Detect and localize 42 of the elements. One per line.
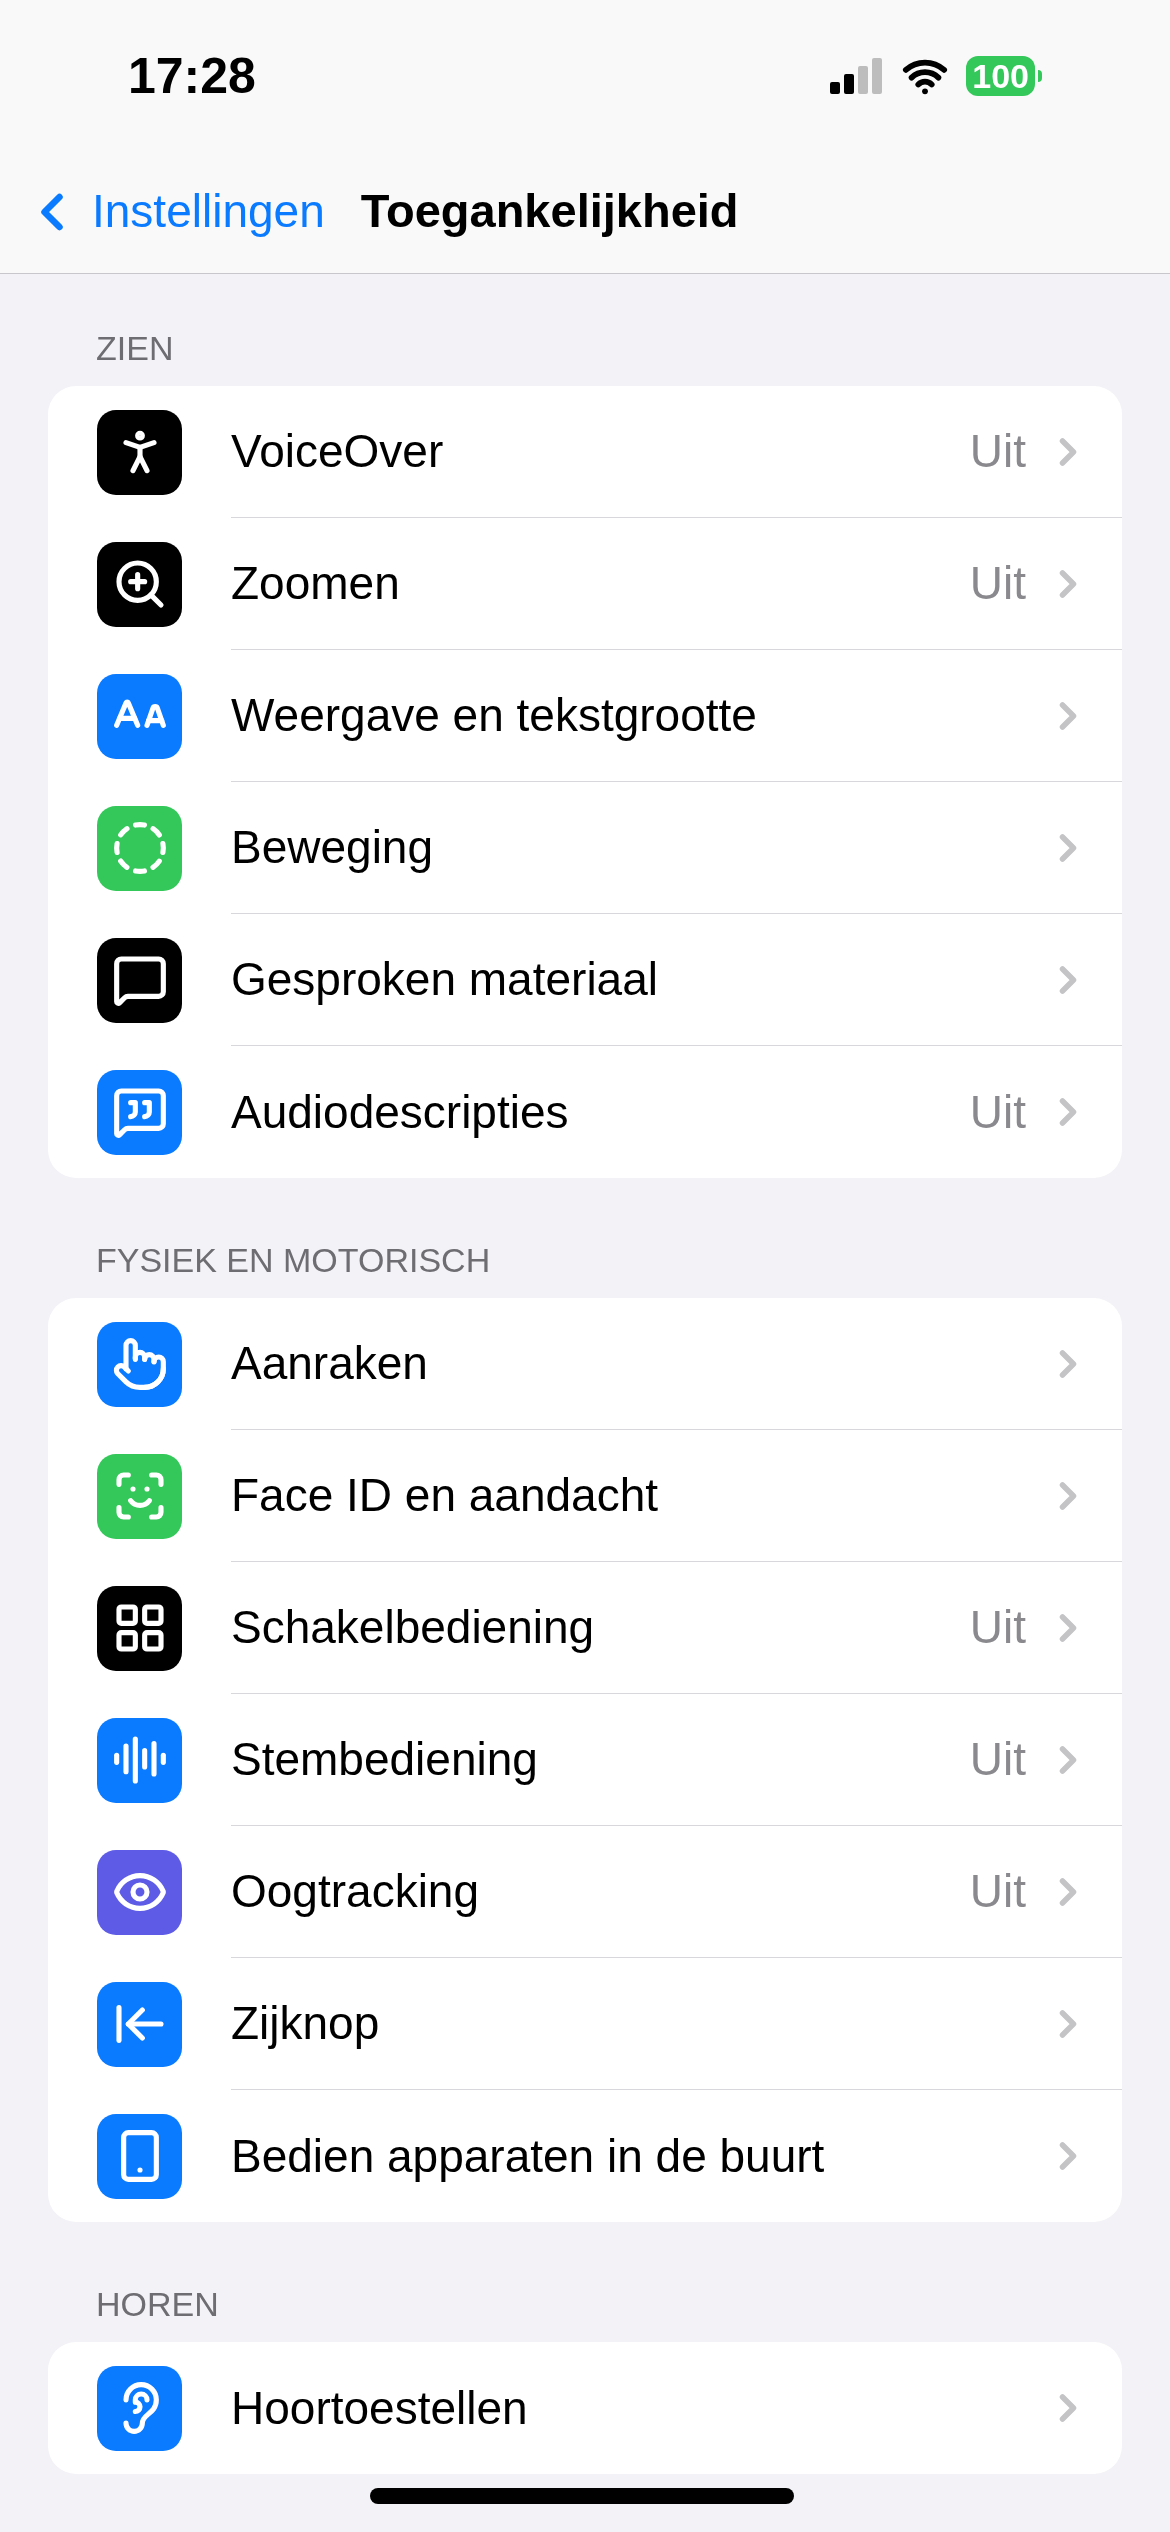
- settings-row[interactable]: Bedien apparaten in de buurt: [48, 2090, 1122, 2222]
- settings-row[interactable]: Beweging: [48, 782, 1122, 914]
- section-header: ZIEN: [95, 328, 175, 369]
- row-value: Uit: [969, 1084, 1026, 1140]
- row-label: Zijknop: [231, 1996, 381, 2051]
- settings-row[interactable]: Stembediening Uit: [48, 1694, 1122, 1826]
- row-label: Oogtracking: [231, 1864, 480, 1919]
- settings-row[interactable]: Audiodescripties Uit: [48, 1046, 1122, 1178]
- signal-icon: [830, 58, 885, 94]
- row-label: Aanraken: [231, 1336, 429, 1391]
- row-label: Audiodescripties: [231, 1084, 570, 1140]
- row-label: Hoortoestellen: [231, 2380, 529, 2436]
- section-header: FYSIEK EN MOTORISCH: [95, 1240, 492, 1281]
- row-label: Gesproken materiaal: [231, 952, 659, 1007]
- settings-row[interactable]: Schakelbediening Uit: [48, 1562, 1122, 1694]
- back-button[interactable]: Instellingen: [22, 177, 325, 246]
- row-label: Bedien apparaten in de buurt: [231, 2128, 826, 2184]
- row-value: Uit: [969, 1600, 1026, 1655]
- settings-row[interactable]: Face ID en aandacht: [48, 1430, 1122, 1562]
- row-label: Weergave en tekstgrootte: [231, 688, 758, 743]
- settings-row[interactable]: Zijknop: [48, 1958, 1122, 2090]
- section-header: HOREN: [95, 2284, 220, 2325]
- page-title: Toegankelijkheid: [360, 183, 739, 240]
- settings-row[interactable]: VoiceOver Uit: [48, 386, 1122, 518]
- row-label: VoiceOver: [231, 424, 445, 479]
- row-label: Stembediening: [231, 1732, 539, 1787]
- row-label: Face ID en aandacht: [231, 1468, 660, 1523]
- row-label: Schakelbediening: [231, 1600, 596, 1655]
- row-label: Zoomen: [231, 556, 401, 611]
- settings-row[interactable]: Oogtracking Uit: [48, 1826, 1122, 1958]
- settings-row[interactable]: Aanraken: [48, 1298, 1122, 1430]
- row-value: Uit: [969, 1864, 1026, 1919]
- settings-row[interactable]: Gesproken materiaal: [48, 914, 1122, 1046]
- row-label: Beweging: [231, 820, 435, 875]
- row-value: Uit: [969, 1732, 1026, 1787]
- settings-row[interactable]: Weergave en tekstgrootte: [48, 650, 1122, 782]
- settings-row[interactable]: Zoomen Uit: [48, 518, 1122, 650]
- status-time: 17:28: [128, 46, 256, 106]
- row-value: Uit: [969, 424, 1026, 479]
- battery-indicator: 100: [966, 56, 1035, 96]
- row-value: Uit: [969, 556, 1026, 611]
- settings-row[interactable]: Hoortoestellen: [48, 2342, 1122, 2474]
